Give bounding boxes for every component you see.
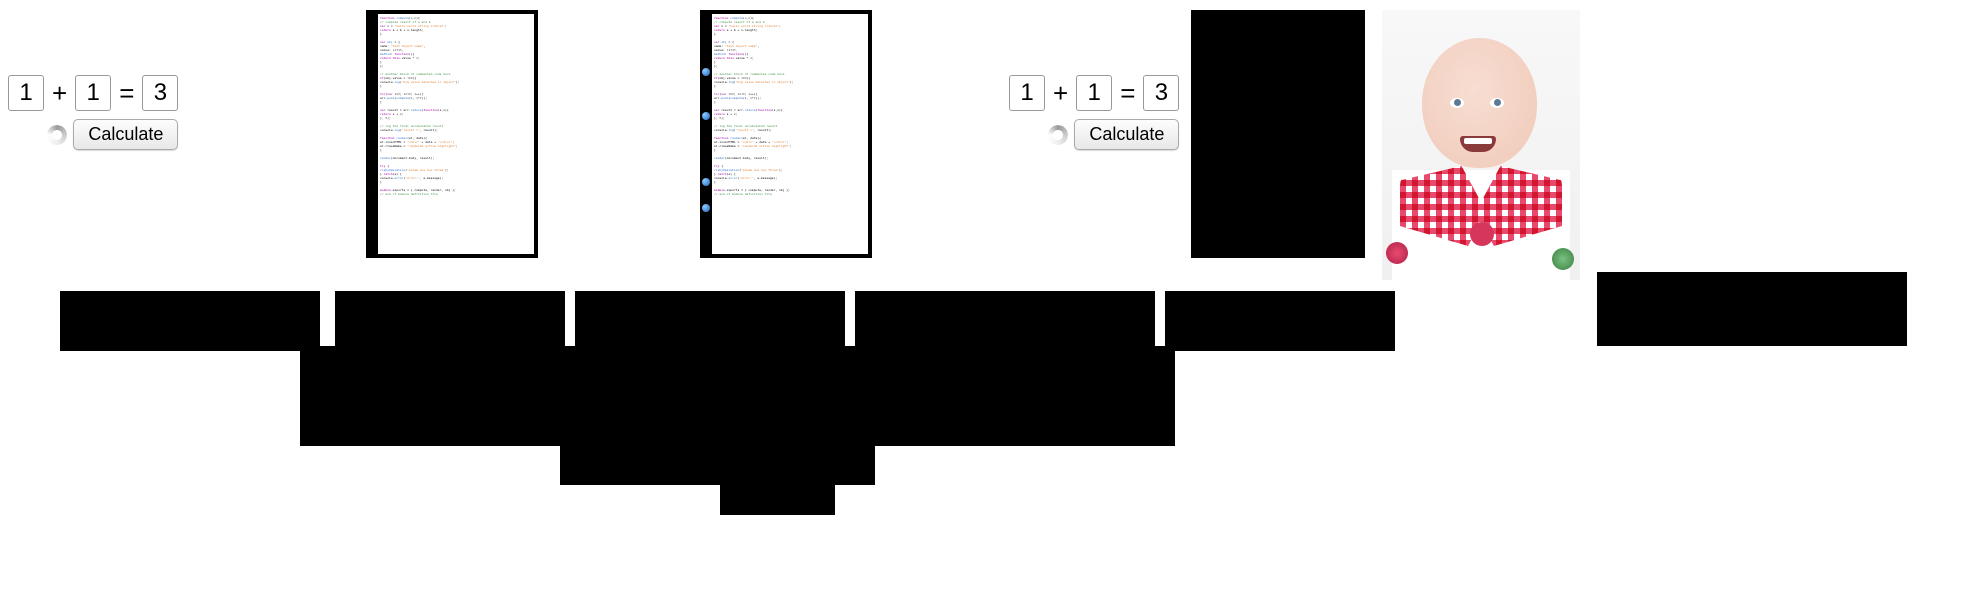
operator-plus: + — [52, 78, 67, 109]
calculator-button-row: Calculate — [47, 119, 178, 150]
child-photo — [1382, 10, 1580, 280]
operand-1-input[interactable]: 1 — [1009, 75, 1045, 111]
redaction-bar — [60, 291, 320, 351]
spinner-icon — [47, 125, 67, 145]
calculator-expression-row: 1 + 1 = 3 — [1009, 75, 1179, 111]
code-content: function compute(a,b){ // compute result… — [378, 14, 534, 254]
code-editor-thumbnail-breakpoints: function compute(a,b){ // compute result… — [700, 10, 872, 258]
result-output: 3 — [142, 75, 178, 111]
breakpoint-gutter[interactable] — [700, 10, 712, 258]
spinner-icon — [1048, 125, 1068, 145]
redacted-image-block — [1191, 10, 1365, 258]
operand-2-input[interactable]: 1 — [1076, 75, 1112, 111]
redaction-bar — [720, 470, 835, 515]
equals-sign: = — [1120, 78, 1135, 109]
breakpoint-icon[interactable] — [702, 68, 710, 76]
redaction-bar — [335, 291, 565, 351]
breakpoint-icon[interactable] — [702, 178, 710, 186]
calculator-expression-row: 1 + 1 = 3 — [8, 75, 178, 111]
code-content: function compute(a,b){ // compute result… — [712, 14, 868, 254]
code-editor-thumbnail: function compute(a,b){ // compute result… — [366, 10, 538, 258]
calculator-button-row: Calculate — [1048, 119, 1179, 150]
redaction-bar — [1597, 272, 1907, 346]
operator-plus: + — [1053, 78, 1068, 109]
breakpoint-icon[interactable] — [702, 204, 710, 212]
equals-sign: = — [119, 78, 134, 109]
operand-2-input[interactable]: 1 — [75, 75, 111, 111]
calculator-widget: 1 + 1 = 3 Calculate — [8, 75, 178, 150]
calculator-widget: 1 + 1 = 3 Calculate — [1009, 75, 1179, 150]
result-output: 3 — [1143, 75, 1179, 111]
redaction-bar — [1165, 291, 1395, 351]
calculate-button[interactable]: Calculate — [1074, 119, 1179, 150]
breakpoint-icon[interactable] — [702, 112, 710, 120]
calculate-button[interactable]: Calculate — [73, 119, 178, 150]
operand-1-input[interactable]: 1 — [8, 75, 44, 111]
